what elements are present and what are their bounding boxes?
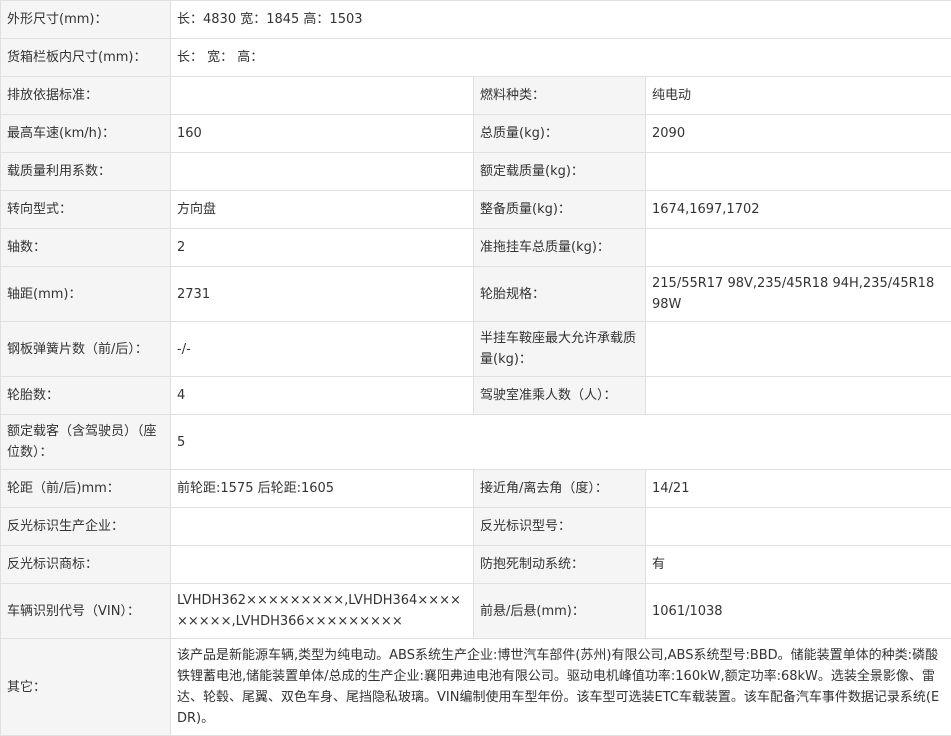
- spec-label: 防抱死制动系统：: [473, 545, 646, 584]
- spec-label: 总质量(kg)：: [473, 114, 646, 153]
- spec-value: 2: [170, 228, 474, 267]
- table-row: 载质量利用系数： 额定载质量(kg)：: [0, 152, 951, 191]
- spec-label: 驾驶室准乘人数（人）：: [473, 376, 646, 415]
- spec-value: 14/21: [644, 469, 951, 508]
- spec-value: LVHDH362×××××××××,LVHDH364×××××××××,LVHD…: [170, 583, 474, 639]
- spec-label: 钢板弹簧片数（前/后）：: [0, 321, 171, 377]
- table-row: 最高车速(km/h)： 160 总质量(kg)： 2090: [0, 114, 951, 153]
- spec-value: 纯电动: [644, 76, 951, 115]
- table-row: 排放依据标准： 燃料种类： 纯电动: [0, 76, 951, 115]
- spec-value: 215/55R17 98V,235/45R18 94H,235/45R18 98…: [644, 266, 951, 322]
- spec-value: 5: [169, 414, 951, 470]
- spec-value: 1061/1038: [644, 583, 951, 639]
- spec-label: 转向型式：: [0, 190, 171, 229]
- table-row: 轮胎数： 4 驾驶室准乘人数（人）：: [0, 376, 951, 415]
- spec-value: 方向盘: [170, 190, 474, 229]
- spec-label: 轮胎规格：: [473, 266, 646, 322]
- table-row: 反光标识生产企业： 反光标识型号：: [0, 507, 951, 546]
- spec-label: 轴数：: [0, 228, 171, 267]
- spec-label: 外形尺寸(mm)：: [0, 0, 171, 39]
- table-row: 钢板弹簧片数（前/后）： -/- 半挂车鞍座最大允许承载质量(kg)：: [0, 321, 951, 377]
- spec-value: [644, 321, 951, 377]
- spec-label: 轴距(mm)：: [0, 266, 171, 322]
- table-row: 轴距(mm)： 2731 轮胎规格： 215/55R17 98V,235/45R…: [0, 266, 951, 322]
- spec-value: 有: [644, 545, 951, 584]
- table-row: 轴数： 2 准拖挂车总质量(kg)：: [0, 228, 951, 267]
- spec-label: 接近角/离去角（度）：: [473, 469, 646, 508]
- spec-label: 货箱栏板内尺寸(mm)：: [0, 38, 171, 77]
- spec-value: [170, 507, 474, 546]
- spec-value: [644, 152, 951, 191]
- table-row: 外形尺寸(mm)： 长：4830 宽：1845 高：1503: [0, 0, 951, 39]
- spec-value: 1674,1697,1702: [644, 190, 951, 229]
- spec-label: 整备质量(kg)：: [473, 190, 646, 229]
- spec-value: 2090: [644, 114, 951, 153]
- spec-label: 燃料种类：: [473, 76, 646, 115]
- spec-label: 准拖挂车总质量(kg)：: [473, 228, 646, 267]
- spec-label: 车辆识别代号（VIN）：: [0, 583, 171, 639]
- spec-value: 长： 宽： 高：: [169, 38, 951, 77]
- table-row: 车辆识别代号（VIN）： LVHDH362×××××××××,LVHDH364×…: [0, 583, 951, 639]
- spec-value: [644, 228, 951, 267]
- spec-value: 160: [170, 114, 474, 153]
- spec-value: 2731: [170, 266, 474, 322]
- spec-label: 最高车速(km/h)：: [0, 114, 171, 153]
- spec-label: 半挂车鞍座最大允许承载质量(kg)：: [473, 321, 646, 377]
- spec-value: 该产品是新能源车辆,类型为纯电动。ABS系统生产企业:博世汽车部件(苏州)有限公…: [169, 638, 951, 736]
- spec-value: 长：4830 宽：1845 高：1503: [169, 0, 951, 39]
- spec-label: 排放依据标准：: [0, 76, 171, 115]
- spec-value: [170, 76, 474, 115]
- spec-value: -/-: [170, 321, 474, 377]
- spec-label: 额定载质量(kg)：: [473, 152, 646, 191]
- table-row: 转向型式： 方向盘 整备质量(kg)： 1674,1697,1702: [0, 190, 951, 229]
- spec-label: 前悬/后悬(mm)：: [473, 583, 646, 639]
- table-row: 轮距（前/后)mm： 前轮距:1575 后轮距:1605 接近角/离去角（度）：…: [0, 469, 951, 508]
- spec-label: 反光标识生产企业：: [0, 507, 171, 546]
- spec-value: [170, 152, 474, 191]
- spec-label: 轮距（前/后)mm：: [0, 469, 171, 508]
- spec-value: 4: [170, 376, 474, 415]
- table-row: 货箱栏板内尺寸(mm)： 长： 宽： 高：: [0, 38, 951, 77]
- spec-value: 前轮距:1575 后轮距:1605: [170, 469, 474, 508]
- spec-label: 轮胎数：: [0, 376, 171, 415]
- spec-value: [644, 507, 951, 546]
- vehicle-spec-table: 外形尺寸(mm)： 长：4830 宽：1845 高：1503 货箱栏板内尺寸(m…: [0, 0, 951, 736]
- spec-label: 反光标识商标：: [0, 545, 171, 584]
- spec-label: 其它：: [0, 638, 171, 736]
- spec-value: [170, 545, 474, 584]
- table-row: 其它： 该产品是新能源车辆,类型为纯电动。ABS系统生产企业:博世汽车部件(苏州…: [0, 638, 951, 736]
- spec-label: 反光标识型号：: [473, 507, 646, 546]
- spec-label: 载质量利用系数：: [0, 152, 171, 191]
- table-row: 额定载客（含驾驶员）（座位数）： 5: [0, 414, 951, 470]
- table-row: 反光标识商标： 防抱死制动系统： 有: [0, 545, 951, 584]
- spec-label: 额定载客（含驾驶员）（座位数）：: [0, 414, 171, 470]
- spec-value: [644, 376, 951, 415]
